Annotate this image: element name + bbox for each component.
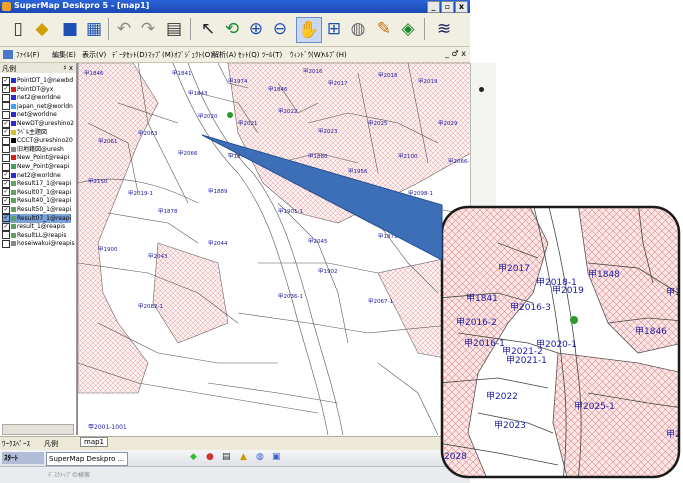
callout-pointer	[201, 134, 443, 261]
callout-pointer-layer	[201, 134, 443, 261]
